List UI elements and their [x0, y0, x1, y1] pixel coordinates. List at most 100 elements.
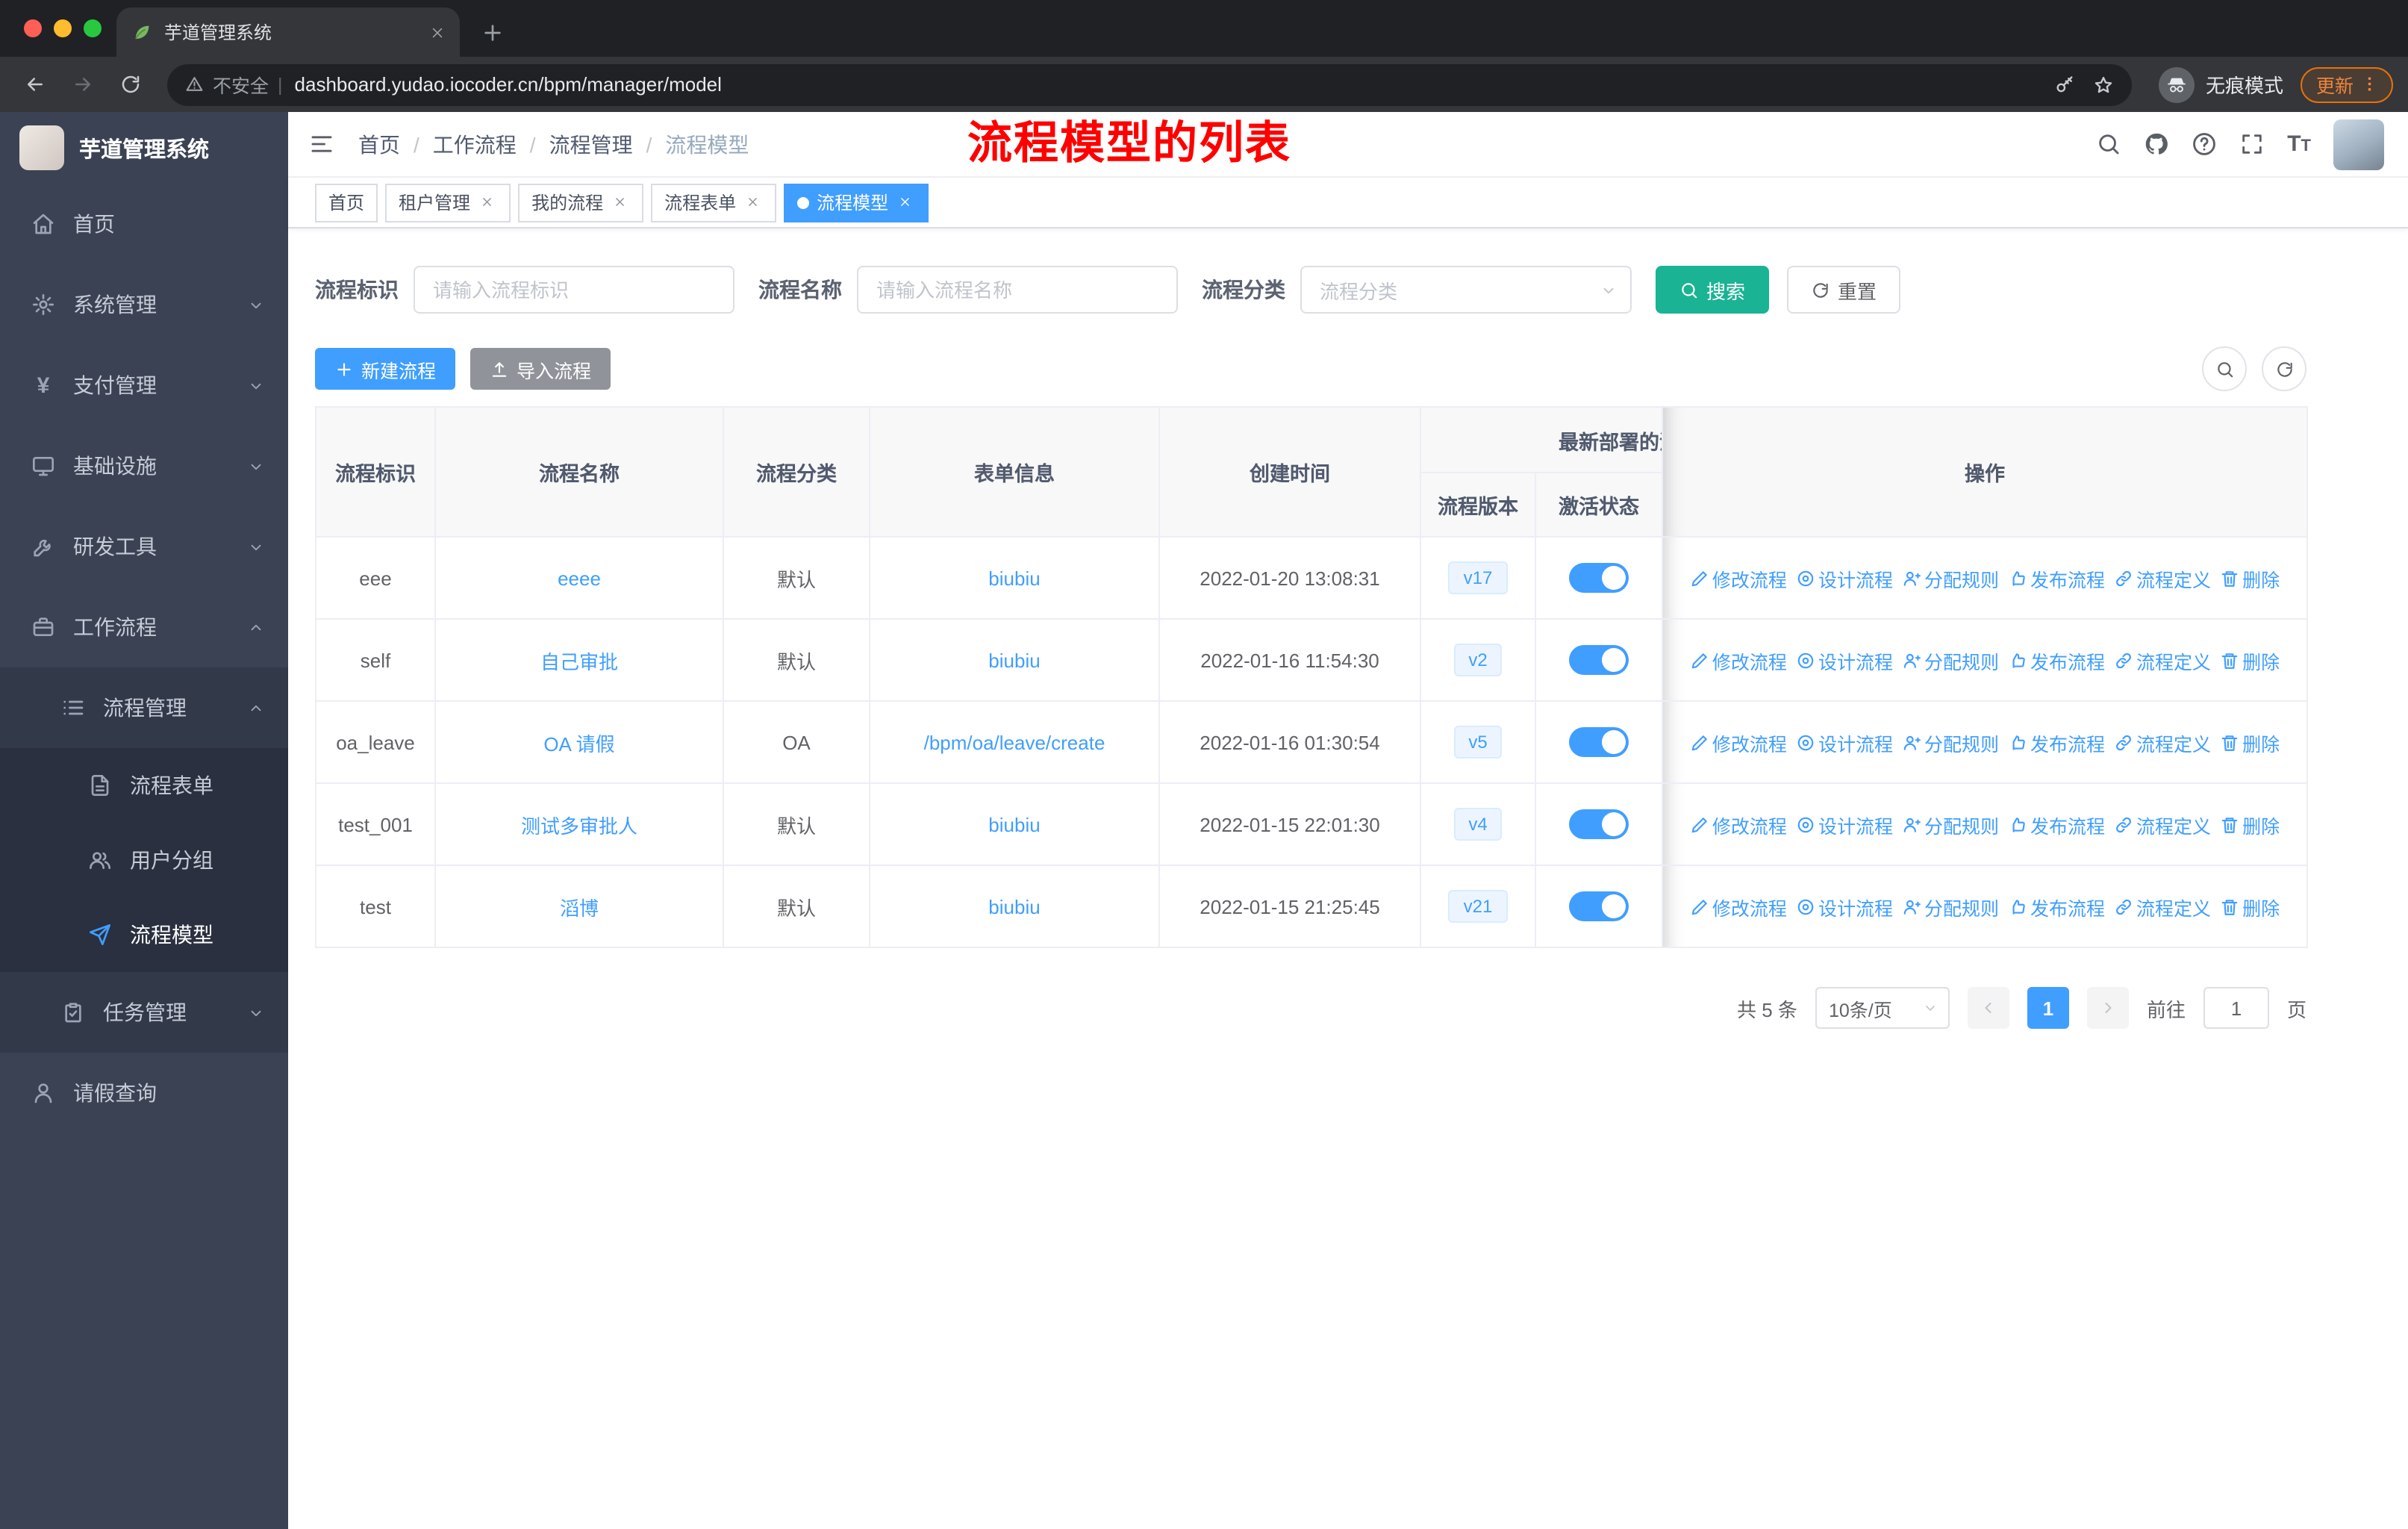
active-toggle[interactable]	[1569, 645, 1629, 675]
browser-menu-icon[interactable]	[2359, 75, 2378, 94]
action-design[interactable]: 设计流程	[1796, 810, 1893, 838]
action-edit[interactable]: 修改流程	[1690, 892, 1787, 921]
browser-tab[interactable]: 芋道管理系统	[116, 7, 460, 57]
user-avatar[interactable]	[2333, 119, 2384, 169]
back-button[interactable]	[15, 65, 54, 104]
active-toggle[interactable]	[1569, 809, 1629, 839]
github-icon[interactable]	[2144, 131, 2169, 157]
process-name-link[interactable]: 滔博	[560, 897, 599, 919]
action-delete[interactable]: 删除	[2220, 646, 2280, 674]
zoom-window-button[interactable]	[84, 19, 102, 37]
action-design[interactable]: 设计流程	[1796, 728, 1893, 756]
process-name-link[interactable]: eeee	[558, 567, 601, 589]
new-tab-button[interactable]	[481, 21, 505, 45]
form-info-link[interactable]: biubiu	[988, 649, 1040, 671]
font-size-icon[interactable]: TT	[2287, 133, 2311, 155]
process-name-link[interactable]: 自己审批	[540, 650, 618, 673]
prev-page-button[interactable]	[1967, 987, 2009, 1029]
process-name-link[interactable]: 测试多审批人	[521, 815, 637, 837]
tag-my-process[interactable]: 我的流程	[518, 183, 644, 222]
breadcrumb-item-workflow[interactable]: 工作流程	[433, 129, 517, 159]
sidebar-item-workflow[interactable]: 工作流程	[0, 587, 288, 667]
close-window-button[interactable]	[24, 19, 42, 37]
create-process-button[interactable]: 新建流程	[315, 348, 456, 390]
sidebar-item-infra[interactable]: 基础设施	[0, 426, 288, 506]
sidebar-item-home[interactable]: 首页	[0, 184, 288, 264]
sidebar-item-process-model[interactable]: 流程模型	[0, 897, 288, 972]
sidebar-item-devtools[interactable]: 研发工具	[0, 506, 288, 587]
page-size-select[interactable]: 10条/页	[1815, 987, 1950, 1029]
breadcrumb-item-home[interactable]: 首页	[358, 129, 400, 159]
page-number-current[interactable]: 1	[2027, 987, 2069, 1029]
action-design[interactable]: 设计流程	[1796, 646, 1893, 674]
sidebar-item-system[interactable]: 系统管理	[0, 264, 288, 345]
header-search-icon[interactable]	[2096, 131, 2121, 157]
toggle-search-button[interactable]	[2202, 346, 2247, 391]
close-icon[interactable]	[611, 193, 630, 212]
sidebar-item-process-form[interactable]: 流程表单	[0, 748, 288, 823]
forward-button[interactable]	[63, 65, 102, 104]
security-chip[interactable]: 不安全 |	[185, 70, 283, 99]
action-publish[interactable]: 发布流程	[2008, 892, 2105, 921]
action-publish[interactable]: 发布流程	[2008, 810, 2105, 838]
category-select[interactable]: 流程分类	[1300, 266, 1632, 314]
sidebar-item-pay[interactable]: ¥ 支付管理	[0, 345, 288, 426]
sidebar-item-process-manage[interactable]: 流程管理	[0, 667, 288, 748]
action-delete[interactable]: 删除	[2220, 810, 2280, 838]
tag-home[interactable]: 首页	[315, 183, 378, 222]
close-icon[interactable]	[896, 193, 915, 212]
search-button[interactable]: 搜索	[1656, 266, 1770, 314]
action-publish[interactable]: 发布流程	[2008, 564, 2105, 592]
action-assign[interactable]: 分配规则	[1902, 810, 1999, 838]
action-edit[interactable]: 修改流程	[1690, 728, 1787, 756]
action-assign[interactable]: 分配规则	[1902, 728, 1999, 756]
password-key-icon[interactable]	[2055, 74, 2076, 95]
action-design[interactable]: 设计流程	[1796, 564, 1893, 592]
process-name-link[interactable]: OA 请假	[543, 732, 614, 755]
action-definition[interactable]: 流程定义	[2114, 892, 2211, 921]
sidebar-item-leave-query[interactable]: 请假查询	[0, 1053, 288, 1133]
action-edit[interactable]: 修改流程	[1690, 646, 1787, 674]
tab-close-icon[interactable]	[430, 25, 445, 40]
sidebar-item-task-manage[interactable]: 任务管理	[0, 972, 288, 1053]
process-name-input[interactable]	[857, 266, 1178, 314]
address-bar[interactable]: 不安全 | dashboard.yudao.iocoder.cn/bpm/man…	[167, 63, 2133, 105]
action-delete[interactable]: 删除	[2220, 892, 2280, 921]
sidebar-item-user-group[interactable]: 用户分组	[0, 823, 288, 897]
close-icon[interactable]	[743, 193, 763, 212]
action-edit[interactable]: 修改流程	[1690, 810, 1787, 838]
reload-button[interactable]	[110, 65, 149, 104]
action-publish[interactable]: 发布流程	[2008, 646, 2105, 674]
breadcrumb-item-process-manage[interactable]: 流程管理	[549, 129, 633, 159]
active-toggle[interactable]	[1569, 891, 1629, 921]
action-definition[interactable]: 流程定义	[2114, 728, 2211, 756]
next-page-button[interactable]	[2086, 987, 2129, 1029]
action-delete[interactable]: 删除	[2220, 728, 2280, 756]
process-key-input[interactable]	[414, 266, 734, 314]
action-design[interactable]: 设计流程	[1796, 892, 1893, 921]
help-icon[interactable]	[2192, 131, 2217, 157]
bookmark-star-icon[interactable]	[2094, 74, 2115, 95]
reset-button[interactable]: 重置	[1787, 266, 1901, 314]
form-info-link[interactable]: biubiu	[988, 567, 1040, 589]
action-edit[interactable]: 修改流程	[1690, 564, 1787, 592]
action-assign[interactable]: 分配规则	[1902, 564, 1999, 592]
tag-process-model[interactable]: 流程模型	[784, 183, 929, 222]
minimize-window-button[interactable]	[54, 19, 72, 37]
goto-page-input[interactable]	[2203, 987, 2269, 1029]
action-publish[interactable]: 发布流程	[2008, 728, 2105, 756]
sidebar-collapse-button[interactable]	[309, 131, 334, 157]
action-definition[interactable]: 流程定义	[2114, 564, 2211, 592]
import-process-button[interactable]: 导入流程	[470, 348, 611, 390]
form-info-link[interactable]: biubiu	[988, 895, 1040, 918]
tag-tenant[interactable]: 租户管理	[385, 183, 511, 222]
action-assign[interactable]: 分配规则	[1902, 892, 1999, 921]
action-definition[interactable]: 流程定义	[2114, 810, 2211, 838]
form-info-link[interactable]: /bpm/oa/leave/create	[924, 731, 1105, 753]
action-definition[interactable]: 流程定义	[2114, 646, 2211, 674]
active-toggle[interactable]	[1569, 727, 1629, 757]
refresh-table-button[interactable]	[2262, 346, 2306, 391]
form-info-link[interactable]: biubiu	[988, 813, 1040, 835]
sidebar-logo[interactable]: 芋道管理系统	[0, 112, 288, 184]
browser-update-button[interactable]: 更新	[2301, 66, 2393, 102]
